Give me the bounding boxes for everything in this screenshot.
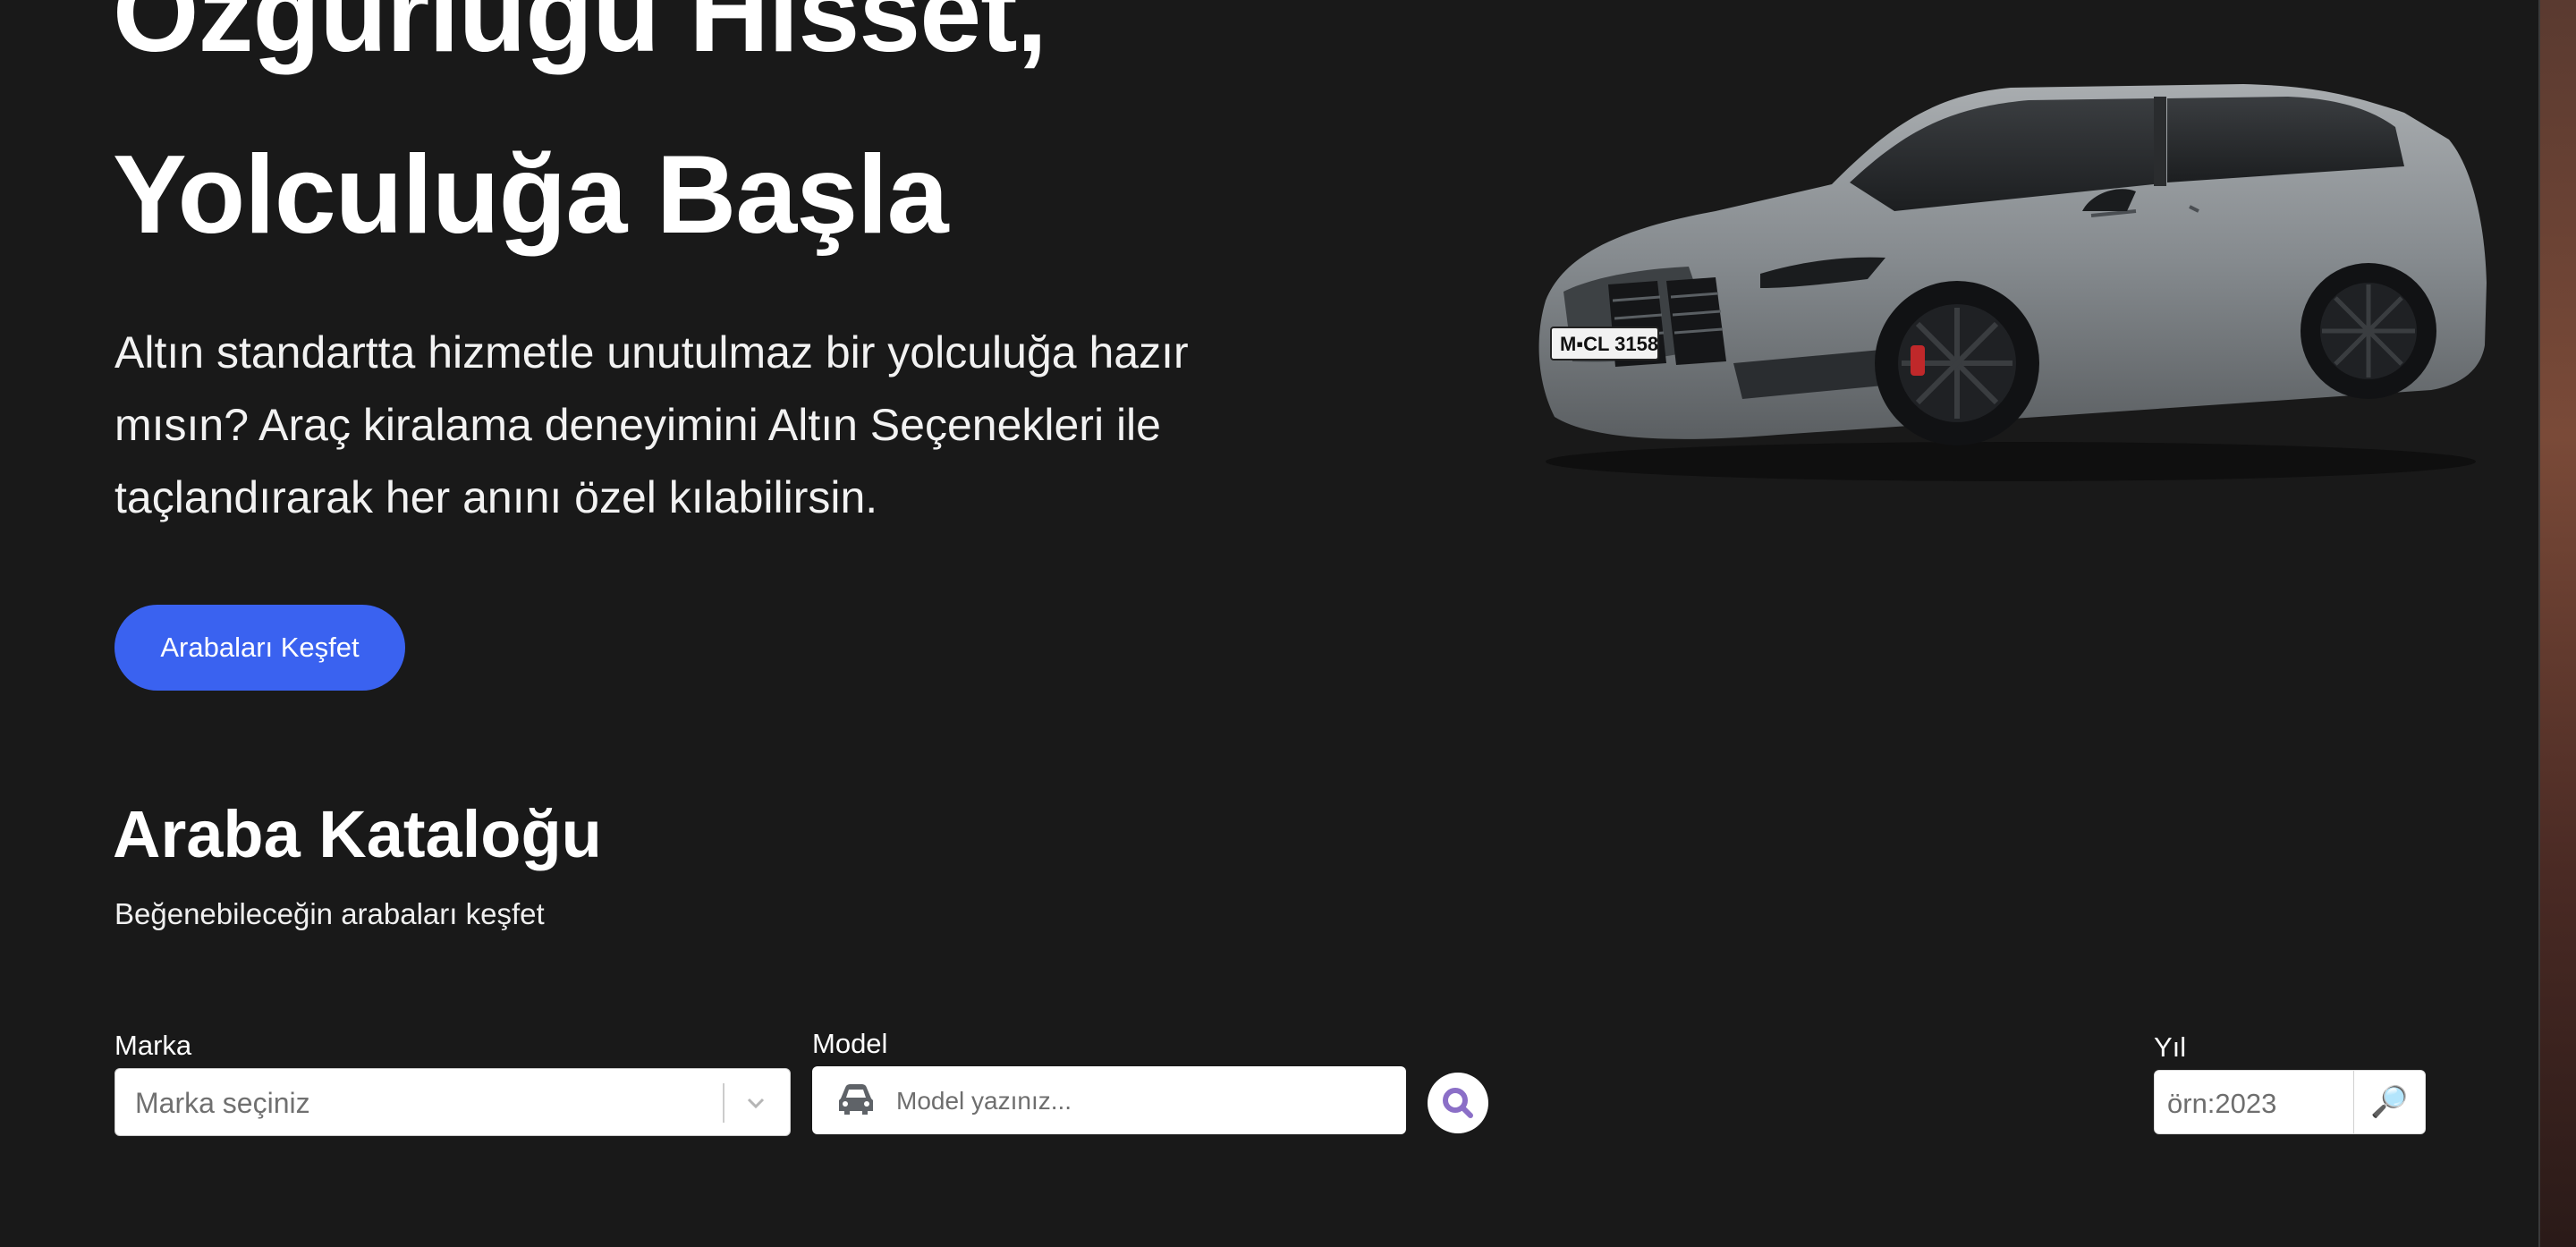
search-icon [1443, 1088, 1473, 1118]
model-search-button[interactable] [1428, 1073, 1488, 1133]
brand-select-divider [723, 1083, 724, 1123]
brand-select-placeholder: Marka seçiniz [135, 1087, 310, 1119]
year-search-button[interactable]: 🔎 [2354, 1071, 2425, 1133]
explore-cars-button[interactable]: Arabaları Keşfet [114, 605, 405, 691]
year-input[interactable] [2165, 1080, 2348, 1128]
catalog-title: Araba Kataloğu [113, 797, 602, 871]
brand-select[interactable]: Marka seçiniz [114, 1068, 791, 1136]
catalog-subtitle: Beğenebileceğin arabaları keşfet [114, 897, 545, 930]
chevron-down-icon[interactable] [740, 1089, 772, 1117]
hero-car-image: M▪CL 3158 [1538, 84, 2487, 481]
hero-subtitle: Altın standartta hizmetle unutulmaz bir … [114, 327, 1189, 522]
model-label: Model [812, 1028, 888, 1059]
brand-label: Marka [114, 1030, 192, 1061]
hero-title-line2: Yolculuğa Başla [113, 133, 949, 257]
year-field[interactable]: 🔎 [2154, 1070, 2426, 1134]
page: Özgürlüğü Hisset, Yolculuğa Başla Altın … [0, 0, 2538, 1247]
year-label: Yıl [2154, 1031, 2187, 1063]
car-icon [839, 1084, 873, 1115]
desktop-background [2540, 0, 2576, 1247]
license-plate-text: M▪CL 3158 [1560, 333, 1658, 355]
magnifier-icon: 🔎 [2370, 1085, 2409, 1119]
hero-title-line1: Özgürlüğü Hisset, [113, 0, 1047, 75]
model-input[interactable] [894, 1077, 1381, 1125]
model-field[interactable] [812, 1066, 1406, 1134]
